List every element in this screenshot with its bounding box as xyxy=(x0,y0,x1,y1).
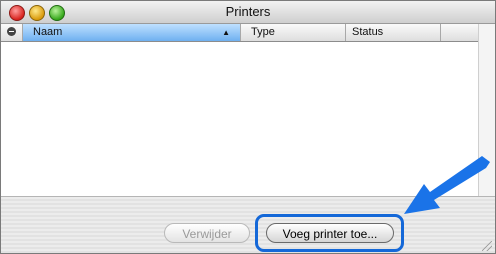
add-printer-button[interactable]: Voeg printer toe... xyxy=(266,223,394,243)
window-title: Printers xyxy=(225,4,271,19)
remove-column-icon xyxy=(7,27,16,36)
pointer-arrow-icon xyxy=(404,156,490,214)
title-bar[interactable]: Printers xyxy=(1,1,495,24)
column-header-icon[interactable] xyxy=(1,24,23,41)
sort-ascending-icon: ▲ xyxy=(222,28,230,37)
column-header-type-label: Type xyxy=(251,26,275,38)
table-header: Naam ▲ Type Status xyxy=(1,24,495,42)
column-header-status-label: Status xyxy=(352,26,384,38)
remove-printer-button[interactable]: Verwijder xyxy=(164,223,250,243)
resize-grip-icon[interactable] xyxy=(482,241,492,251)
column-header-status[interactable]: Status xyxy=(346,24,441,41)
column-header-name[interactable]: Naam ▲ xyxy=(23,24,241,41)
column-header-type[interactable]: Type xyxy=(241,24,346,41)
column-header-name-label: Naam xyxy=(33,26,63,38)
